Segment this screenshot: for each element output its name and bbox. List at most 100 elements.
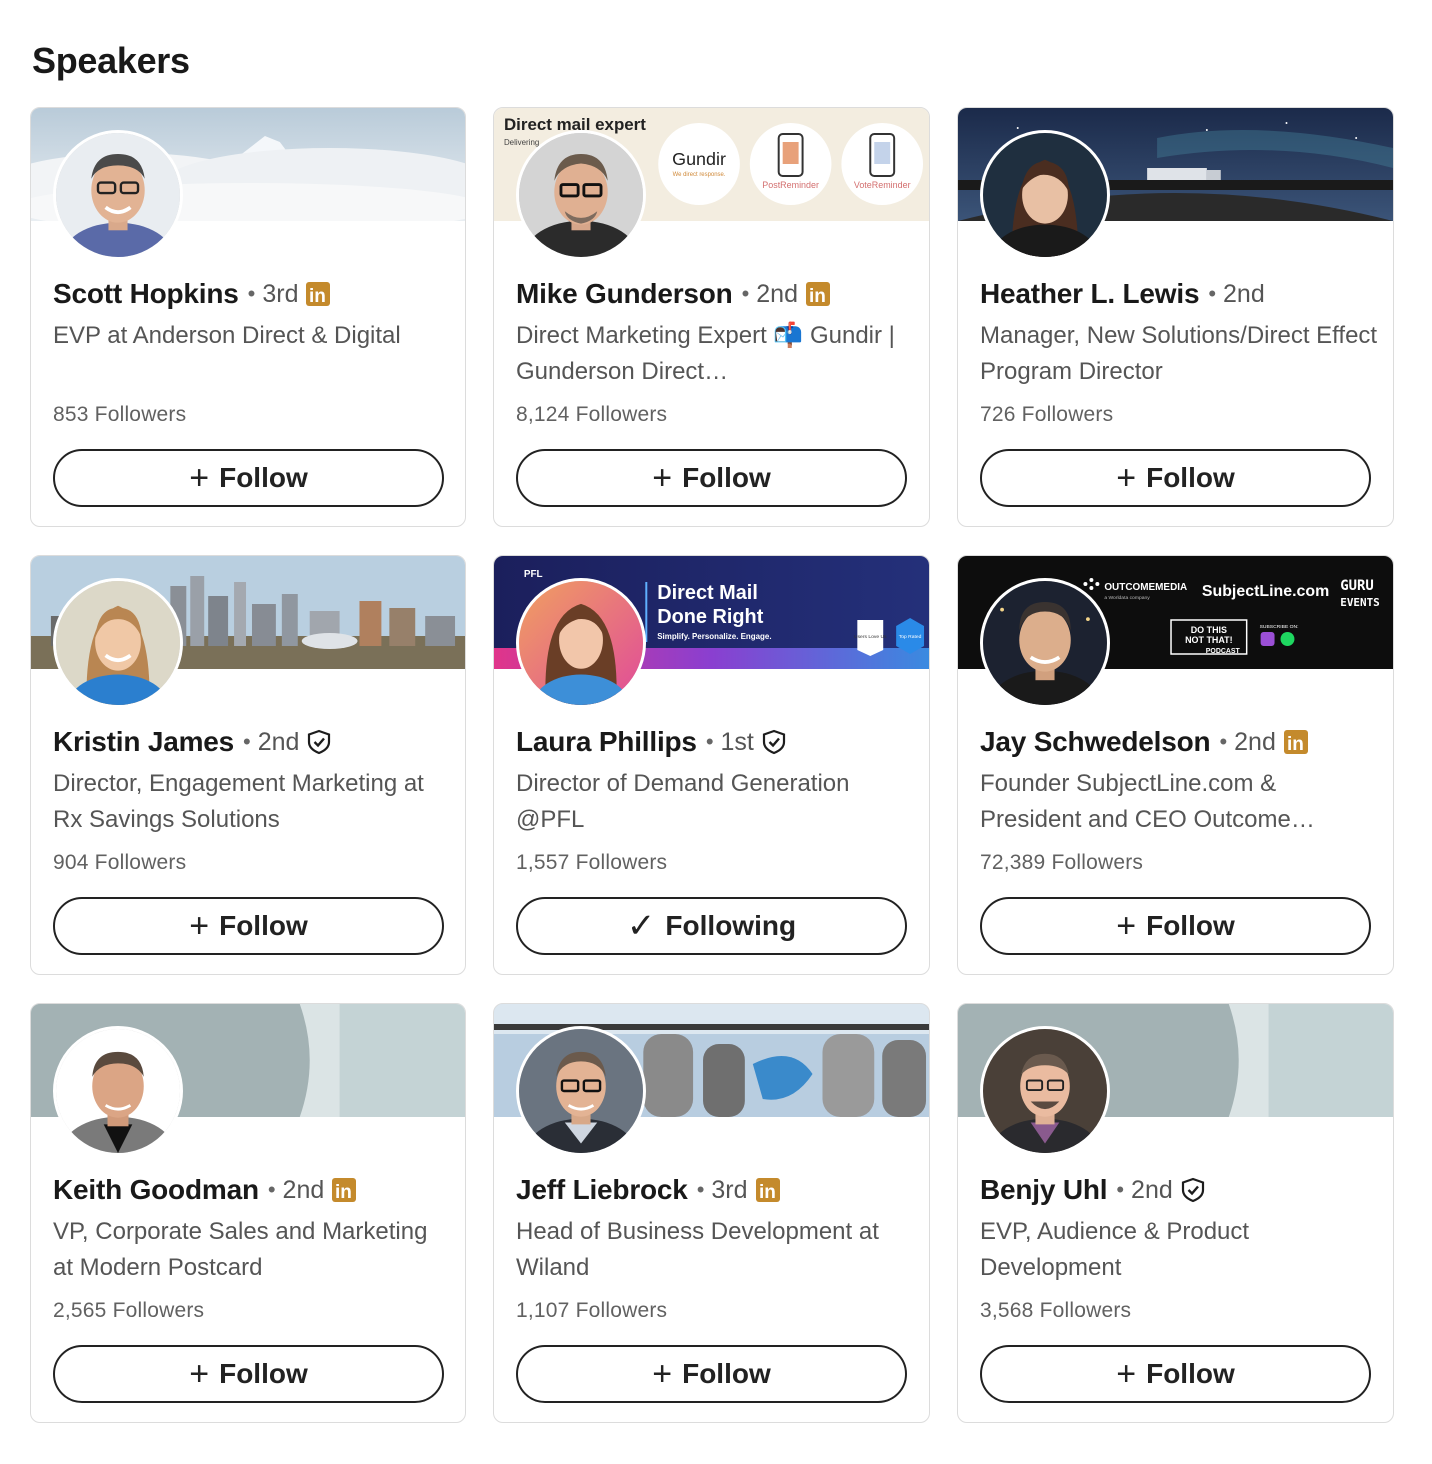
following-button-label: Following — [665, 910, 797, 941]
speaker-card[interactable]: Heather L. Lewis • 2nd Manager, New Solu… — [957, 107, 1394, 527]
connection-degree: 2nd — [1234, 727, 1276, 756]
avatar[interactable] — [53, 1026, 183, 1156]
linkedin-premium-icon: in — [331, 1177, 357, 1203]
connection-degree: 2nd — [257, 727, 300, 756]
speaker-name[interactable]: Jeff Liebrock — [516, 1174, 688, 1206]
follower-count: 1,107 Followers — [516, 1299, 668, 1322]
verified-icon — [761, 729, 787, 755]
speaker-name[interactable]: Heather L. Lewis — [980, 278, 1200, 310]
banner-headline-1: Direct Mail — [657, 582, 758, 604]
separator-dot: • — [705, 729, 714, 754]
avatar[interactable] — [980, 578, 1110, 708]
speaker-card[interactable]: OUTCOMEMEDIA a Worldata company SubjectL… — [957, 555, 1394, 975]
speaker-card[interactable]: Jeff Liebrock • 3rd in Head of Business … — [493, 1003, 930, 1423]
linkedin-premium-icon: in — [305, 281, 331, 307]
subscribe-label: SUBSCRIBE ON: — [1260, 624, 1299, 630]
svg-text:in: in — [1287, 734, 1304, 755]
plus-icon: + — [1116, 1355, 1137, 1393]
speaker-name[interactable]: Mike Gunderson — [516, 278, 733, 310]
linkedin-premium-icon: in — [1283, 729, 1309, 755]
plus-icon: + — [652, 459, 673, 497]
avatar[interactable] — [516, 130, 646, 260]
verified-icon — [306, 729, 332, 755]
separator-dot: • — [267, 1177, 276, 1202]
speaker-name[interactable]: Benjy Uhl — [980, 1174, 1108, 1206]
podcast-line3: PODCAST — [1206, 648, 1241, 655]
speaker-card[interactable]: Scott Hopkins • 3rd in EVP at Anderson D… — [30, 107, 466, 527]
speaker-headline: EVP at Anderson Direct & Digital — [53, 322, 401, 349]
speaker-headline: Manager, New Solutions/Direct Effect Pro… — [980, 322, 1378, 385]
follow-button-label: Follow — [219, 1358, 308, 1389]
follow-button[interactable]: + Follow — [980, 449, 1371, 507]
follower-count: 8,124 Followers — [516, 403, 668, 426]
follow-button[interactable]: + Follow — [516, 449, 907, 507]
speaker-card[interactable]: Benjy Uhl • 2nd EVP, Audience & Product … — [957, 1003, 1394, 1423]
svg-text:in: in — [335, 1182, 352, 1203]
separator-dot: • — [1116, 1177, 1125, 1202]
speaker-name[interactable]: Keith Goodman — [53, 1174, 259, 1206]
gundir-tagline: We direct response. — [673, 172, 726, 178]
connection-degree: 2nd — [756, 279, 798, 308]
follow-button-label: Follow — [682, 1358, 771, 1389]
follow-button[interactable]: + Follow — [53, 1345, 444, 1403]
speaker-headline: Founder SubjectLine.com & President and … — [980, 770, 1315, 833]
connection-degree: 2nd — [1131, 1175, 1173, 1204]
award-badge-1: Users Love Us — [854, 634, 887, 640]
speaker-headline: EVP, Audience & Product Development — [980, 1218, 1250, 1281]
podcast-line2: NOT THAT! — [1185, 635, 1233, 645]
follow-button-label: Follow — [219, 910, 308, 941]
svg-text:in: in — [309, 286, 326, 307]
speaker-card[interactable]: Direct mail expert Delivering …h years G… — [493, 107, 930, 527]
speaker-card[interactable]: Kristin James • 2nd Director, Engagement… — [30, 555, 466, 975]
gundir-logo: Gundir — [672, 149, 726, 169]
separator-dot: • — [243, 729, 251, 754]
speaker-headline: Director, Engagement Marketing at Rx Sav… — [53, 770, 424, 833]
speaker-name[interactable]: Laura Phillips — [516, 726, 697, 758]
separator-dot: • — [1219, 729, 1228, 754]
follow-button[interactable]: + Follow — [980, 897, 1371, 955]
subjectline-logo: SubjectLine.com — [1202, 583, 1329, 600]
separator-dot: • — [247, 281, 256, 306]
connection-degree: 2nd — [1223, 279, 1265, 308]
follower-count: 726 Followers — [980, 403, 1114, 426]
follow-button[interactable]: + Follow — [516, 1345, 907, 1403]
follow-button-label: Follow — [682, 462, 771, 493]
events-logo: EVENTS — [1340, 596, 1380, 609]
plus-icon: + — [189, 1355, 210, 1393]
follow-button-label: Follow — [1146, 1358, 1235, 1389]
verified-icon — [1180, 1177, 1206, 1203]
avatar[interactable] — [516, 578, 646, 708]
connection-degree: 1st — [720, 727, 754, 756]
speakers-grid: Scott Hopkins • 3rd in EVP at Anderson D… — [30, 107, 1394, 1423]
follower-count: 904 Followers — [53, 851, 187, 874]
speaker-name[interactable]: Scott Hopkins — [53, 278, 239, 310]
avatar[interactable] — [980, 130, 1110, 260]
follow-button[interactable]: + Follow — [53, 897, 444, 955]
follow-button[interactable]: + Follow — [980, 1345, 1371, 1403]
speaker-name[interactable]: Kristin James — [53, 726, 234, 758]
banner-headline-2: Done Right — [657, 606, 763, 628]
connection-degree: 3rd — [711, 1175, 748, 1204]
guru-logo: GURU — [1340, 578, 1374, 594]
avatar[interactable] — [53, 130, 183, 260]
speaker-headline: Head of Business Development at Wiland — [516, 1218, 879, 1281]
speaker-card[interactable]: PFL Direct Mail Done Right Simplify. Per… — [493, 555, 930, 975]
speaker-card[interactable]: Keith Goodman • 2nd in VP, Corporate Sal… — [30, 1003, 466, 1423]
plus-icon: + — [1116, 459, 1137, 497]
follow-button-label: Follow — [1146, 462, 1235, 493]
speaker-headline: VP, Corporate Sales and Marketing at Mod… — [53, 1218, 428, 1281]
speaker-name[interactable]: Jay Schwedelson — [980, 726, 1211, 758]
avatar[interactable] — [980, 1026, 1110, 1156]
following-button[interactable]: ✓ Following — [516, 897, 907, 955]
plus-icon: + — [652, 1355, 673, 1393]
podcast-line1: DO THIS — [1191, 625, 1227, 635]
connection-degree: 3rd — [262, 279, 299, 308]
avatar[interactable] — [516, 1026, 646, 1156]
follower-count: 1,557 Followers — [516, 851, 668, 874]
votereminder-label: VoteReminder — [854, 180, 911, 190]
follower-count: 2,565 Followers — [53, 1299, 205, 1322]
follow-button[interactable]: + Follow — [53, 449, 444, 507]
avatar[interactable] — [53, 578, 183, 708]
pfl-brand: PFL — [524, 569, 543, 580]
separator-dot: • — [696, 1177, 705, 1202]
